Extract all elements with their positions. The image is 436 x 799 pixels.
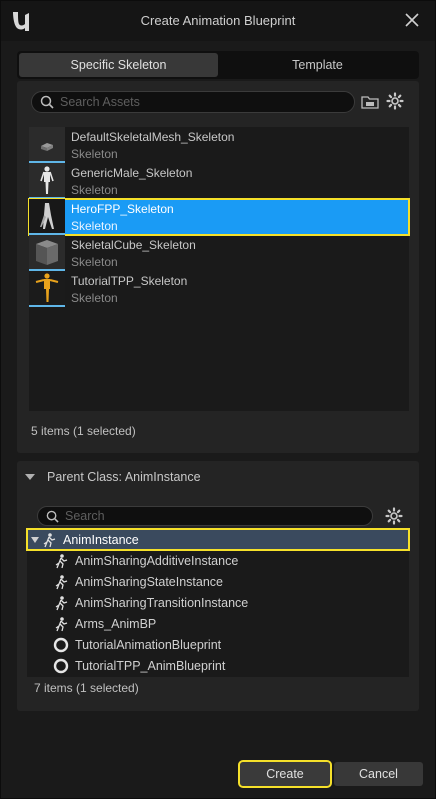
skeleton-picker-panel: DefaultSkeletalMesh_Skeleton Skeleton Ge…	[17, 81, 419, 453]
create-button[interactable]: Create	[238, 760, 332, 788]
asset-search-input[interactable]	[60, 95, 340, 109]
asset-search-box	[31, 91, 355, 113]
cancel-button[interactable]: Cancel	[334, 762, 423, 786]
parent-class-header[interactable]: Parent Class: AnimInstance	[25, 470, 201, 484]
asset-row-skeletalcube[interactable]: SkeletalCube_Skeleton Skeleton	[29, 235, 409, 271]
anim-instance-icon	[43, 532, 56, 547]
asset-name: TutorialTPP_Skeleton	[71, 274, 188, 288]
class-count: 7 items (1 selected)	[34, 681, 139, 695]
class-search-input[interactable]	[65, 509, 355, 523]
close-icon[interactable]	[403, 11, 421, 29]
asset-thumbnail	[29, 199, 65, 235]
asset-type: Skeleton	[71, 255, 118, 269]
asset-thumbnail	[29, 235, 65, 271]
class-tree: AnimInstance AnimSharingAdditiveInstance…	[26, 528, 410, 677]
asset-name: DefaultSkeletalMesh_Skeleton	[71, 130, 235, 144]
mode-tabs: Specific Skeleton Template	[17, 51, 419, 79]
title-bar: Create Animation Blueprint	[1, 1, 435, 41]
blueprint-circle-icon	[53, 637, 69, 652]
class-item-animsharingtransition[interactable]: AnimSharingTransitionInstance	[27, 592, 409, 613]
asset-thumbnail	[29, 271, 65, 307]
class-item-arms-animbp[interactable]: Arms_AnimBP	[27, 613, 409, 634]
asset-type: Skeleton	[71, 219, 118, 233]
class-item-animsharingstate[interactable]: AnimSharingStateInstance	[27, 571, 409, 592]
class-item-label: AnimSharingTransitionInstance	[75, 595, 249, 610]
anim-instance-icon	[55, 616, 68, 631]
search-icon	[40, 95, 54, 109]
cube-icon	[36, 240, 58, 265]
class-item-tutorialtpp-animblueprint[interactable]: TutorialTPP_AnimBlueprint	[27, 655, 409, 676]
class-item-label: AnimInstance	[63, 532, 139, 547]
search-icon	[46, 510, 59, 523]
anim-instance-icon	[55, 553, 68, 568]
parent-class-header-label: Parent Class: AnimInstance	[47, 470, 201, 484]
asset-thumbnail	[29, 163, 65, 199]
class-item-animinstance[interactable]: AnimInstance	[26, 528, 410, 551]
parent-class-panel: Parent Class: AnimInstance Search AnimIn…	[17, 461, 419, 711]
yellow-figure-icon	[35, 273, 59, 302]
asset-name: GenericMale_Skeleton	[71, 166, 193, 180]
collapse-arrow-icon	[25, 474, 35, 480]
settings-gear-icon[interactable]	[386, 92, 404, 110]
class-item-animsharingadditive[interactable]: AnimSharingAdditiveInstance	[27, 550, 409, 571]
class-item-label: AnimSharingStateInstance	[75, 574, 224, 589]
male-figure-icon	[40, 166, 54, 194]
asset-thumbnail	[29, 127, 65, 163]
asset-row-tutorialtpp[interactable]: TutorialTPP_Skeleton Skeleton	[29, 271, 409, 307]
asset-row-herofpp[interactable]: HeroFPP_Skeleton Skeleton	[28, 198, 410, 236]
asset-type: Skeleton	[71, 291, 118, 305]
arms-icon	[40, 203, 54, 229]
class-item-label: Arms_AnimBP	[75, 616, 157, 631]
anim-instance-icon	[55, 574, 68, 589]
class-search-box	[37, 506, 373, 526]
folder-icon[interactable]	[361, 93, 379, 111]
asset-type: Skeleton	[71, 147, 118, 161]
asset-list: DefaultSkeletalMesh_Skeleton Skeleton Ge…	[28, 127, 410, 411]
asset-row-genericmale[interactable]: GenericMale_Skeleton Skeleton	[29, 163, 409, 199]
class-item-label: TutorialTPP_AnimBlueprint	[75, 658, 226, 673]
asset-count: 5 items (1 selected)	[31, 424, 136, 438]
settings-gear-icon[interactable]	[385, 507, 403, 525]
create-anim-blueprint-dialog: Create Animation Blueprint Specific Skel…	[0, 0, 436, 799]
tab-template[interactable]: Template	[218, 53, 417, 77]
blueprint-circle-icon	[53, 658, 69, 673]
dialog-title: Create Animation Blueprint	[140, 13, 296, 28]
anim-instance-icon	[55, 595, 68, 610]
cube-mesh-icon	[41, 143, 53, 151]
tab-specific-skeleton[interactable]: Specific Skeleton	[19, 53, 218, 77]
asset-name: HeroFPP_Skeleton	[71, 202, 174, 216]
asset-row-defaultskeletalmesh[interactable]: DefaultSkeletalMesh_Skeleton Skeleton	[29, 127, 409, 163]
asset-name: SkeletalCube_Skeleton	[71, 238, 196, 252]
class-item-label: TutorialAnimationBlueprint	[75, 637, 222, 652]
expand-arrow-icon	[31, 536, 39, 543]
class-item-label: AnimSharingAdditiveInstance	[75, 553, 239, 568]
class-item-tutorialanimationblueprint[interactable]: TutorialAnimationBlueprint	[27, 634, 409, 655]
asset-type: Skeleton	[71, 183, 118, 197]
